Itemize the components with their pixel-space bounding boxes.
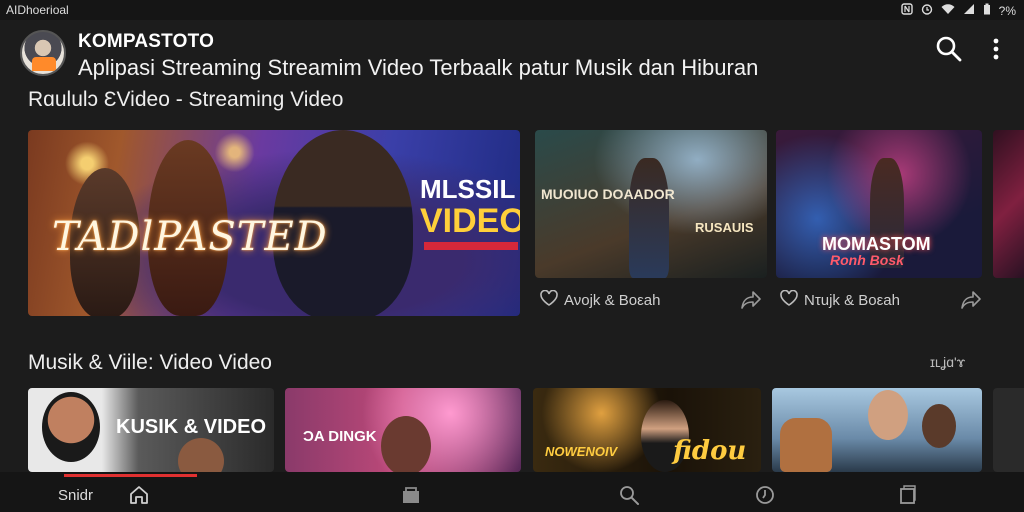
video-card[interactable]: MOMASTOM Ronh Bosk <box>776 130 982 278</box>
thumbnail-text: KUSIK & VIDEO <box>116 416 267 438</box>
video-card[interactable]: KUSIK & VIDEO <box>28 388 274 472</box>
hero-title-text: TADlPASTED <box>52 214 328 260</box>
hero-red-strip <box>424 242 518 250</box>
thumbnail-text: RUSAUIS <box>695 220 754 235</box>
video-card[interactable] <box>772 388 982 472</box>
playback-progress-bar[interactable] <box>64 474 197 477</box>
video-card-partial[interactable] <box>993 388 1024 472</box>
home-icon[interactable] <box>128 484 150 506</box>
status-bar: AIDhoerioal ?% <box>0 0 1024 20</box>
see-all-link[interactable]: ɪʟʝɑʹɤ <box>930 354 965 370</box>
search-icon[interactable] <box>934 34 964 64</box>
heart-icon[interactable] <box>780 289 798 310</box>
thumbnail-text: NOWENOIV <box>545 444 618 459</box>
signal-icon <box>963 3 975 18</box>
person-figure <box>922 404 956 448</box>
wolf-figure <box>780 418 832 472</box>
search-icon[interactable] <box>618 484 640 506</box>
thumbnail-text: MUOIUO DOAADOR <box>541 186 675 202</box>
history-icon[interactable] <box>754 484 776 506</box>
battery-icon <box>983 3 991 18</box>
nfc-icon <box>900 3 913 18</box>
avatar[interactable] <box>20 30 66 76</box>
video-meta[interactable]: Ανοjk & Βοεah <box>540 289 661 310</box>
guitarist-figure <box>629 158 669 278</box>
more-options-icon[interactable] <box>982 34 1012 64</box>
bottom-navigation <box>0 472 1024 512</box>
thumbnail-text: Ronh Bosk <box>830 252 904 268</box>
status-text: AIDhoerioal <box>6 3 69 17</box>
person-figure <box>42 392 100 462</box>
app-name: KOMPASTOTO <box>78 31 215 52</box>
thumbnail-text: ƆA DINGK <box>303 428 377 445</box>
share-icon[interactable] <box>740 290 762 310</box>
person-figure <box>178 438 224 472</box>
thumbnail-text: fidou <box>673 436 747 466</box>
person-figure <box>868 390 908 440</box>
wifi-icon <box>941 3 955 18</box>
battery-text: ?% <box>998 3 1016 18</box>
status-icons: ?% <box>900 3 1016 18</box>
video-card[interactable]: MUOIUO DOAADOR RUSAUIS <box>535 130 767 278</box>
hero-badge-line2: VIDEO <box>420 202 520 240</box>
section-title-music: Musik & Viile: Video Video <box>28 351 272 374</box>
section-title-featured: Rɑululɔ ƐVideo - Streaming Video <box>28 88 344 111</box>
heart-icon[interactable] <box>540 289 558 310</box>
app-subtitle: Aplipasi Streaming Streamim Video Terbaa… <box>78 55 759 80</box>
library-icon[interactable] <box>400 484 422 506</box>
nav-label: Snidr <box>58 487 94 504</box>
video-meta-label: Ντujk & Βοεah <box>804 291 900 309</box>
video-meta[interactable]: Ντujk & Βοεah <box>780 289 900 310</box>
hero-video-card[interactable]: TADlPASTED MLSSIL VIDEO <box>28 130 520 316</box>
video-card[interactable]: ƆA DINGK <box>285 388 521 472</box>
video-card[interactable]: NOWENOIV fidou <box>533 388 761 472</box>
share-icon[interactable] <box>960 290 982 310</box>
app-header: KOMPASTOTO Aplipasi Streaming Streamim V… <box>0 20 1024 84</box>
alarm-icon <box>921 3 933 18</box>
video-card-partial[interactable] <box>993 130 1024 278</box>
guitarist-figure <box>381 416 431 472</box>
hero-badge-line1: MLSSIL <box>420 174 516 204</box>
video-meta-label: Ανοjk & Βοεah <box>564 291 661 309</box>
collections-icon[interactable] <box>896 484 918 506</box>
